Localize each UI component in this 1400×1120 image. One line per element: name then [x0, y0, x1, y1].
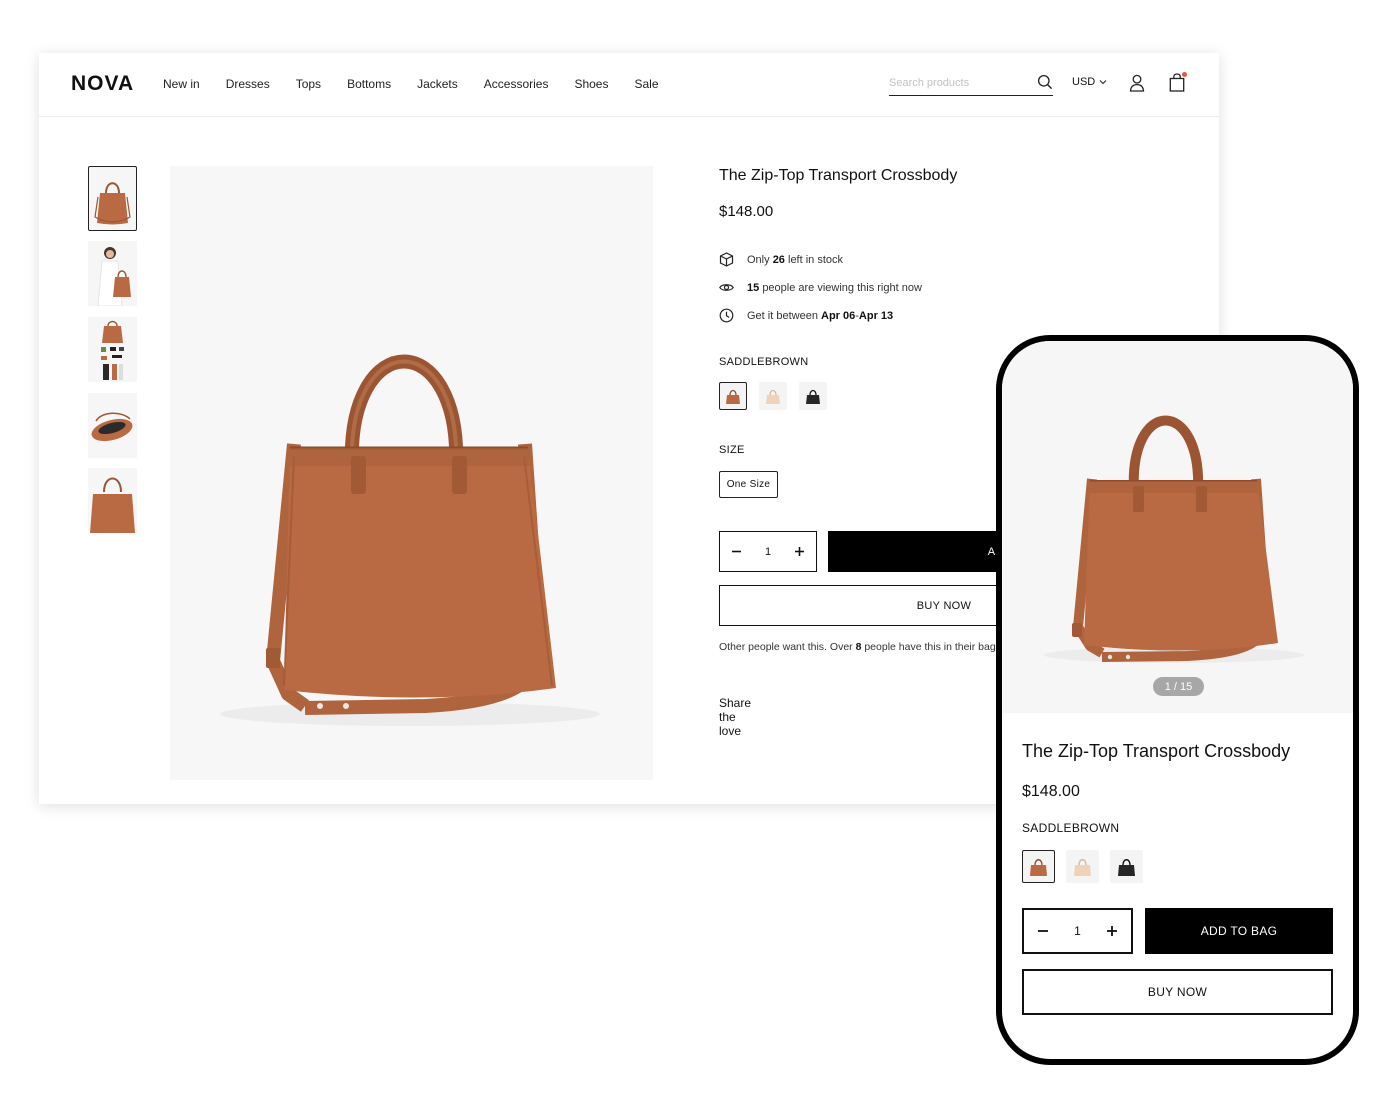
cart-indicator-dot [1182, 72, 1187, 77]
thumbnail-2[interactable] [88, 241, 137, 307]
currency-selector[interactable]: USD [1072, 76, 1107, 88]
nav-item-accessories[interactable]: Accessories [484, 77, 549, 91]
minus-icon[interactable] [731, 546, 742, 557]
mobile-buy-now-button[interactable]: BUY NOW [1022, 969, 1333, 1015]
quantity-stepper: 1 [719, 531, 817, 572]
delivery-text: Get it between [747, 309, 818, 322]
nav-item-jackets[interactable]: Jackets [417, 77, 458, 91]
viewers-count: 15 [747, 281, 760, 294]
nav-item-tops[interactable]: Tops [296, 77, 321, 91]
product-title: The Zip-Top Transport Crossbody [719, 167, 958, 184]
viewers-text: people are viewing this right now [762, 281, 922, 294]
mobile-product-price: $148.00 [1022, 783, 1080, 800]
chevron-down-icon [1099, 80, 1107, 85]
thumbnail-1[interactable] [88, 166, 137, 231]
mobile-product-image[interactable]: 1 / 15 [1002, 341, 1353, 713]
nav-item-bottoms[interactable]: Bottoms [347, 77, 391, 91]
delivery-info: Get it between Apr 06 - Apr 13 [719, 308, 893, 323]
thumbnail-5[interactable] [88, 468, 137, 533]
delivery-from: Apr 06 [821, 309, 856, 322]
clock-icon [719, 308, 734, 323]
currency-label: USD [1072, 76, 1096, 88]
stock-info: Only 26 left in stock [719, 252, 843, 267]
swatch-saddlebrown[interactable] [719, 382, 747, 410]
size-label: SIZE [719, 444, 745, 456]
stock-count: 26 [772, 253, 785, 266]
header: NOVA New in Dresses Tops Bottoms Jackets… [39, 53, 1219, 117]
brand-logo[interactable]: NOVA [71, 72, 134, 96]
box-icon [719, 252, 734, 267]
mobile-product-title: The Zip-Top Transport Crossbody [1022, 741, 1291, 761]
mobile-color-label: SADDLEBROWN [1022, 821, 1120, 835]
plus-icon[interactable] [794, 546, 805, 557]
nav-item-new-in[interactable]: New in [163, 77, 200, 91]
nav-item-shoes[interactable]: Shoes [574, 77, 608, 91]
product-price: $148.00 [719, 203, 774, 220]
stock-text-pre: Only [747, 253, 770, 266]
search-input[interactable] [889, 74, 1025, 89]
quantity-value[interactable]: 1 [765, 546, 771, 558]
swatch-black[interactable] [799, 382, 827, 410]
main-product-image[interactable] [170, 166, 653, 780]
share-label[interactable]: Share the love [719, 696, 751, 738]
main-nav: New in Dresses Tops Bottoms Jackets Acce… [163, 77, 685, 91]
mobile-add-to-bag-button[interactable]: ADD TO BAG [1145, 908, 1333, 954]
delivery-to: Apr 13 [858, 309, 894, 322]
search-icon[interactable] [1037, 74, 1053, 90]
size-option-one-size[interactable]: One Size [719, 471, 778, 498]
mobile-quantity-value[interactable]: 1 [1074, 924, 1081, 938]
mobile-product-page: 1 / 15 The Zip-Top Transport Crossbody $… [996, 335, 1359, 1065]
social-proof-count: 8 [855, 641, 862, 653]
nav-item-sale[interactable]: Sale [634, 77, 658, 91]
thumbnail-3[interactable] [88, 317, 137, 382]
social-proof-pre: Other people want this. Over [719, 641, 853, 653]
nav-item-dresses[interactable]: Dresses [226, 77, 270, 91]
thumbnail-4[interactable] [88, 393, 137, 458]
eye-icon [719, 284, 734, 291]
color-label: SADDLEBROWN [719, 356, 809, 368]
minus-icon[interactable] [1037, 925, 1049, 937]
mobile-quantity-stepper: 1 [1022, 908, 1133, 954]
swatch-natural[interactable] [759, 382, 787, 410]
mobile-swatch-saddlebrown[interactable] [1022, 850, 1055, 883]
stock-text-post: left in stock [788, 253, 844, 266]
search-box [889, 73, 1053, 96]
viewers-info: 15 people are viewing this right now [719, 280, 922, 295]
plus-icon[interactable] [1106, 925, 1118, 937]
mobile-swatch-black[interactable] [1110, 850, 1143, 883]
user-icon[interactable] [1129, 74, 1145, 92]
image-counter: 1 / 15 [1153, 677, 1204, 696]
mobile-swatch-natural[interactable] [1066, 850, 1099, 883]
